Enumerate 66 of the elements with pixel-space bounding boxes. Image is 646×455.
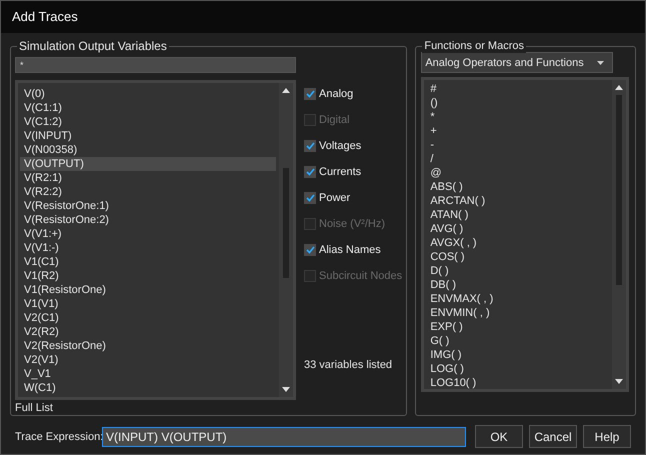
variable-item[interactable]: V(C1:1) (20, 101, 276, 115)
function-item[interactable]: + (430, 124, 437, 138)
function-item[interactable]: EXP( ) (430, 320, 463, 334)
variable-item[interactable]: V1(C1) (20, 255, 276, 269)
function-item[interactable]: () (430, 96, 438, 110)
list-filter-label: Full List (15, 401, 54, 415)
variable-item[interactable]: W(C1) (20, 381, 276, 395)
function-item[interactable]: * (430, 110, 435, 124)
variable-item[interactable]: V(C1:2) (20, 115, 276, 129)
function-item[interactable]: IMG( ) (430, 348, 462, 362)
variable-item[interactable]: V1(V1) (20, 297, 276, 311)
variable-item[interactable]: V(ResistorOne:1) (20, 199, 276, 213)
variable-item[interactable]: V(0) (20, 87, 276, 101)
variable-item[interactable]: V2(V1) (20, 353, 276, 367)
dialog-button[interactable]: Help (583, 425, 631, 448)
function-item[interactable]: D( ) (430, 264, 449, 278)
group-title: Functions or Macros (422, 39, 526, 53)
trace-expression-field[interactable]: V(INPUT) V(OUTPUT) (102, 426, 466, 446)
variable-item[interactable]: V(V1:+) (20, 227, 276, 241)
function-item[interactable]: / (430, 152, 434, 166)
function-item[interactable]: - (430, 138, 434, 152)
checkbox-label: Currents (319, 165, 362, 179)
function-item[interactable]: ABS( ) (430, 180, 463, 194)
function-item[interactable]: COS( ) (430, 250, 465, 264)
variable-item[interactable]: V_V1 (20, 367, 276, 381)
group-title: Simulation Output Variables (17, 39, 169, 53)
function-item[interactable]: G( ) (430, 334, 450, 348)
filter-field[interactable]: * (15, 57, 296, 73)
function-item[interactable]: ATAN( ) (430, 208, 468, 222)
function-item[interactable]: @ (430, 166, 442, 180)
variable-item[interactable]: V2(R2) (20, 325, 276, 339)
checkbox-label: Alias Names (319, 243, 381, 257)
function-item[interactable]: # (430, 82, 436, 96)
field-label: Trace Expression: (15, 430, 102, 444)
checkbox-label: Noise (V²/Hz) (319, 217, 386, 231)
function-item[interactable]: LOG( ) (430, 362, 464, 376)
function-item[interactable]: AVG( ) (430, 222, 464, 236)
dialog-button[interactable]: Cancel (529, 425, 577, 448)
function-item[interactable]: LOG10( ) (430, 376, 476, 389)
variable-item[interactable]: V(INPUT) (20, 129, 276, 143)
checkbox-label: Power (319, 191, 350, 205)
function-item[interactable]: ENVMIN( , ) (430, 306, 490, 320)
variable-item[interactable]: V2(C1) (20, 311, 276, 325)
variable-item[interactable]: V(ResistorOne:2) (20, 213, 276, 227)
variable-item[interactable]: V(R2:1) (20, 171, 276, 185)
category-dropdown[interactable]: Analog Operators and Functions (421, 52, 614, 73)
window-title: Add Traces (12, 8, 78, 26)
checkbox-label: Analog (319, 87, 354, 101)
function-item[interactable]: ENVMAX( , ) (430, 292, 494, 306)
checkbox-label: Digital (319, 113, 350, 127)
variable-item[interactable]: V1(R2) (20, 269, 276, 283)
function-list[interactable]: # () * + - / @ ABS( ) ARCTAN( ) ATAN( ) AVG( ) AVGX( , ) COS( ) D( ) DB( ) ENVMAX( , ) ENVMIN( , ) EXP( ) G( ) IMG( ) LOG( ) LOG10( ) (421, 77, 630, 392)
function-item[interactable]: DB( ) (430, 278, 456, 292)
function-item[interactable]: ARCTAN( ) (430, 194, 486, 208)
variable-item[interactable]: V(R2:2) (20, 185, 276, 199)
function-item[interactable]: AVGX( , ) (430, 236, 477, 250)
dialog-button[interactable]: OK (475, 425, 523, 448)
variable-item[interactable]: V2(ResistorOne) (20, 339, 276, 353)
variable-list[interactable]: V(0) V(C1:1) V(C1:2) V(INPUT) V(N00358) V(OUTPUT) V(R2:1) V(R2:2) V(ResistorOne:1) V(ResistorOne:2) V(V1:+) V(V1:-) V1(C1) V1(R2) V1(ResistorOne) V1(V1) V2(C1) V2(R2) V2(ResistorOne) V2(V1) V_V1 W(C1) (15, 80, 296, 400)
checkbox-label: Subcircuit Nodes (319, 269, 402, 283)
checkbox-label: Voltages (319, 139, 362, 153)
variable-item[interactable]: V1(ResistorOne) (20, 283, 276, 297)
variable-item[interactable]: V(V1:-) (20, 241, 276, 255)
variable-item[interactable]: V(OUTPUT) (20, 157, 276, 171)
variable-item[interactable]: V(N00358) (20, 143, 276, 157)
variable-count: 33 variables listed (304, 358, 394, 372)
